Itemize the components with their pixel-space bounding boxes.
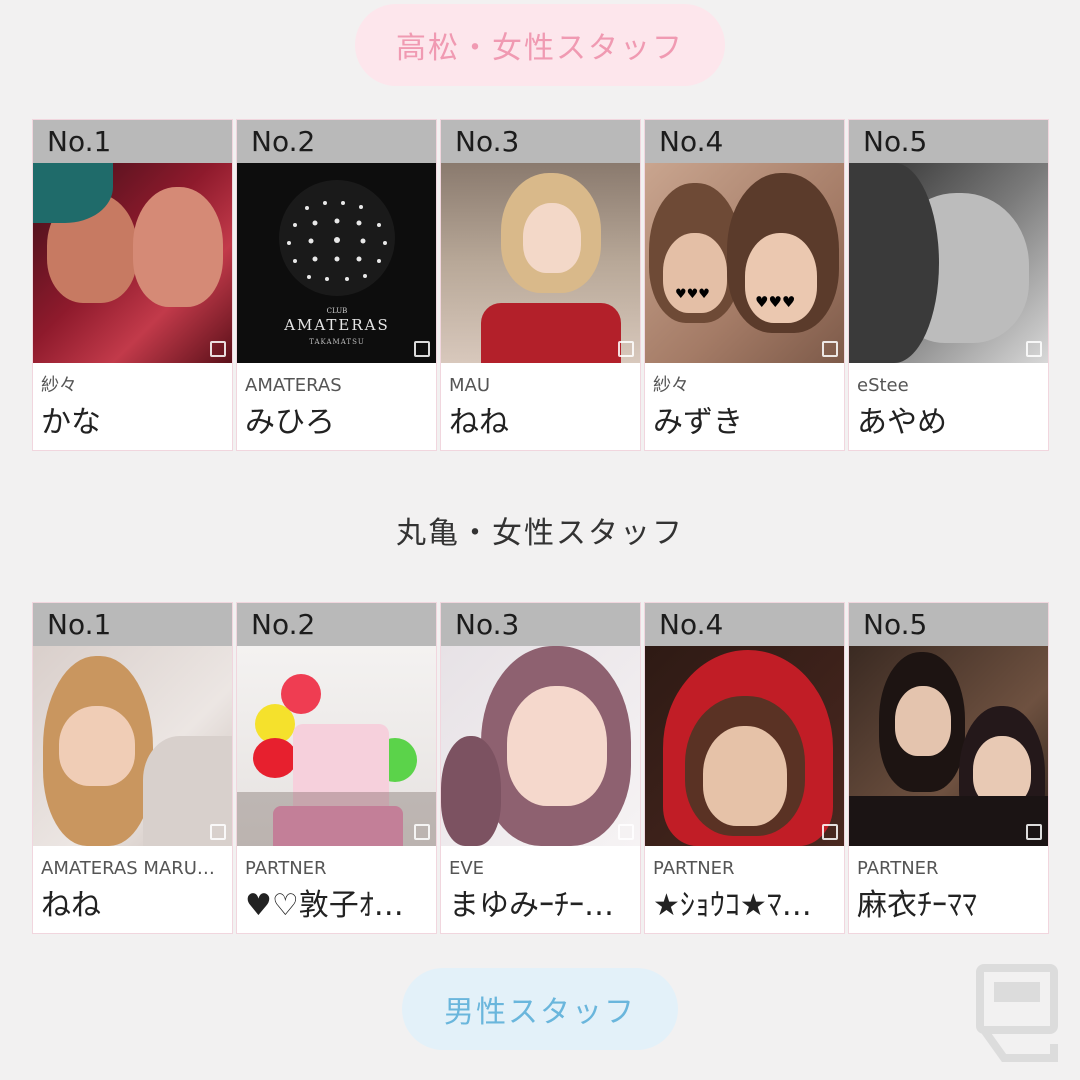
staff-name: ♥♡敦子ｵ… [245,888,404,923]
staff-card[interactable]: No.2 PARTNER ♥♡敦子ｵ… [236,602,437,934]
staff-card[interactable]: No.3 EVE まゆみｰﾁｰ… [440,602,641,934]
site-logo-icon [618,341,634,357]
staff-card[interactable]: No.1 紗々 かな [32,119,233,451]
site-logo-icon [210,341,226,357]
club-logo: CLUB AMATERAS TAKAMATSU [279,180,395,346]
takamatsu-female-staff-tab[interactable]: 高松・女性スタッフ [355,4,725,86]
shop-name: 紗々 [653,375,689,396]
shop-name: MAU [449,375,491,396]
staff-photo[interactable] [849,163,1048,363]
rank-label: No.2 [237,120,436,163]
staff-name: ねね [449,405,509,440]
shop-name: 紗々 [41,375,77,396]
club-logo-city: TAKAMATSU [309,338,365,346]
staff-card[interactable]: No.1 AMATERAS MARU… ねね [32,602,233,934]
rank-label: No.3 [441,120,640,163]
staff-name: あやめ [857,405,947,440]
club-logo-name: AMATERAS [283,316,390,334]
shop-name: PARTNER [653,858,735,879]
staff-card[interactable]: No.5 PARTNER 麻衣ﾁｰﾏﾏ [848,602,1049,934]
staff-photo[interactable] [645,646,844,846]
staff-photo[interactable] [441,646,640,846]
site-logo-icon [414,824,430,840]
staff-card[interactable]: No.4 ♥♥♥ ♥♥♥ 紗々 みずき [644,119,845,451]
marugame-ranking-row: No.1 AMATERAS MARU… ねね No.2 PARTNER ♥♡敦子… [32,602,1049,934]
staff-card[interactable]: No.4 PARTNER ★ｼｮｳｺ★ﾏ… [644,602,845,934]
shop-name: AMATERAS MARU… [41,858,215,879]
staff-photo[interactable] [33,646,232,846]
rank-label: No.2 [237,603,436,646]
rank-label: No.1 [33,120,232,163]
shop-name: PARTNER [857,858,939,879]
staff-card[interactable]: No.2 CLUB AMATERAS TAKAMATSU AMATERAS みひ… [236,119,437,451]
site-logo-icon [1026,824,1042,840]
shop-name: eStee [857,375,909,396]
rank-label: No.4 [645,120,844,163]
staff-name: みずき [653,405,743,440]
site-logo-icon [822,341,838,357]
site-logo-icon [822,824,838,840]
site-logo-icon [210,824,226,840]
shop-name: EVE [449,858,485,879]
staff-name: まゆみｰﾁｰ… [449,888,614,923]
staff-card[interactable]: No.3 MAU ねね [440,119,641,451]
staff-photo[interactable] [237,646,436,846]
staff-name: ★ｼｮｳｺ★ﾏ… [653,888,812,923]
shop-name: AMATERAS [245,375,342,396]
site-logo-icon [1026,341,1042,357]
staff-card[interactable]: No.5 eStee あやめ [848,119,1049,451]
staff-name: ねね [41,888,101,923]
site-logo-icon [618,824,634,840]
staff-photo[interactable] [849,646,1048,846]
rank-label: No.4 [645,603,844,646]
male-staff-button[interactable]: 男性スタッフ [402,968,678,1050]
staff-name: みひろ [245,405,335,440]
rank-label: No.1 [33,603,232,646]
rank-label: No.5 [849,603,1048,646]
marugame-female-staff-heading: 丸亀・女性スタッフ [396,516,684,551]
rank-label: No.3 [441,603,640,646]
takamatsu-ranking-row: No.1 紗々 かな No.2 CLUB AMATERAS TAKAMATSU … [32,119,1049,451]
staff-photo[interactable]: CLUB AMATERAS TAKAMATSU [237,163,436,363]
staff-photo[interactable] [33,163,232,363]
club-logo-label: CLUB [327,307,348,315]
staff-photo[interactable] [441,163,640,363]
site-logo-icon [976,964,1058,1062]
rank-label: No.5 [849,120,1048,163]
site-logo-icon [414,341,430,357]
staff-photo[interactable]: ♥♥♥ ♥♥♥ [645,163,844,363]
staff-name: かな [41,405,101,440]
shop-name: PARTNER [245,858,327,879]
staff-name: 麻衣ﾁｰﾏﾏ [857,888,977,923]
